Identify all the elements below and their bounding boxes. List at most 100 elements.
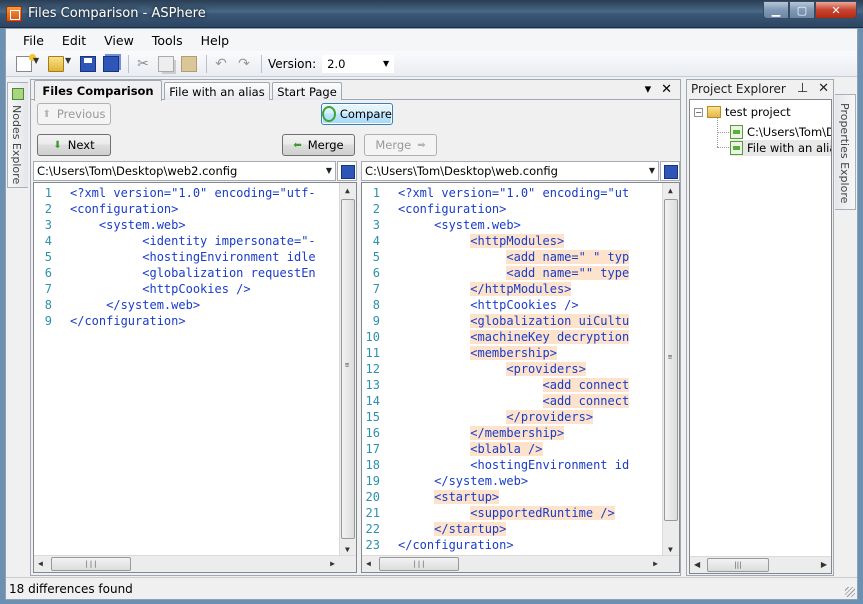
collapse-icon[interactable]: − <box>694 107 703 117</box>
right-hscroll-thumb[interactable]: ||| <box>379 557 459 571</box>
project-explorer-header: Project Explorer ⊥ ✕ <box>687 80 833 98</box>
line-number: 13 <box>365 378 380 392</box>
copy-icon[interactable] <box>158 55 174 72</box>
new-dropdown-icon[interactable]: ▼ <box>33 56 41 72</box>
left-path-combo[interactable]: C:\Users\Tom\Desktop\web2.config ▼ <box>33 161 336 181</box>
code-text: <configuration> <box>70 202 179 216</box>
code-text: </configuration> <box>70 314 186 328</box>
menu-help[interactable]: Help <box>192 33 239 48</box>
tab-start-page[interactable]: Start Page <box>272 82 342 100</box>
grip-icon: ≡ <box>344 361 350 369</box>
scroll-left-icon[interactable]: ◀ <box>38 559 43 568</box>
properties-explore-label: Properties Explore <box>838 103 851 204</box>
scroll-up-icon[interactable]: ▲ <box>345 186 350 195</box>
chevron-down-icon: ▼ <box>648 166 655 175</box>
tree-item-file[interactable]: C:\Users\Tom\D <box>730 124 831 140</box>
next-button[interactable]: ⬇ Next <box>37 134 111 156</box>
code-text: <?xml version="1.0" encoding="ut <box>398 186 630 200</box>
save-icon[interactable] <box>80 55 96 72</box>
left-editor[interactable]: 1 <?xml version="1.0" encoding="utf- 2 <con… <box>33 182 357 573</box>
previous-label: Previous <box>56 107 106 121</box>
merge-left-button[interactable]: ⬅ Merge <box>282 134 355 156</box>
previous-button[interactable]: ⬆ Previous <box>37 103 111 125</box>
line-number: 21 <box>365 506 380 520</box>
properties-explore-tab[interactable]: Properties Explore <box>835 94 856 210</box>
project-hscroll-thumb[interactable]: ||| <box>707 558 769 572</box>
minimize-button[interactable]: ▁ <box>763 1 789 19</box>
right-editor[interactable]: 1 <?xml version="1.0" encoding="ut 2 <confi… <box>361 182 680 573</box>
resize-grip-icon[interactable] <box>845 587 855 597</box>
left-horizontal-scrollbar[interactable]: ◀ ||| ▶ <box>34 555 356 572</box>
scroll-down-icon[interactable]: ▼ <box>668 545 673 554</box>
right-save-icon[interactable] <box>660 161 680 181</box>
close-button[interactable]: ✕ <box>815 1 857 19</box>
left-hscroll-thumb[interactable]: ||| <box>51 557 131 571</box>
merge-right-button[interactable]: Merge ➡ <box>364 134 437 156</box>
maximize-button[interactable]: ▢ <box>789 1 815 19</box>
merge-left-label: Merge <box>307 138 344 152</box>
code-text: <httpCookies /> <box>70 282 251 296</box>
code-line: 8 </system.web> <box>34 297 200 313</box>
close-tab-icon[interactable]: ✕ <box>661 82 672 97</box>
scroll-right-icon[interactable]: ▶ <box>821 560 827 569</box>
compare-icon <box>322 106 336 122</box>
window-controls: ▁ ▢ ✕ <box>763 1 857 19</box>
diff-highlight: <supportedRuntime /> <box>470 506 615 520</box>
grip-icon: ≡ <box>667 353 673 361</box>
scroll-left-icon[interactable]: ◀ <box>694 560 700 569</box>
code-text: <add connect <box>398 394 630 408</box>
scroll-right-icon[interactable]: ▶ <box>330 559 335 568</box>
line-number: 16 <box>365 426 380 440</box>
chevron-down-icon: ▼ <box>325 166 332 175</box>
menu-edit[interactable]: Edit <box>53 33 95 48</box>
line-number: 5 <box>372 250 380 264</box>
save-all-icon[interactable] <box>103 55 119 72</box>
diff-highlight: <add name="" type <box>506 266 630 280</box>
cut-icon[interactable]: ✂ <box>135 56 151 72</box>
document-pane: Files Comparison File with an alias Star… <box>30 79 681 576</box>
line-number: 22 <box>365 522 380 536</box>
tab-file-with-alias[interactable]: File with an alias <box>164 82 270 100</box>
pin-icon[interactable]: ⊥ <box>797 81 808 96</box>
code-text: <blabla /> <box>398 442 543 456</box>
open-folder-icon[interactable] <box>48 55 64 72</box>
redo-icon[interactable]: ↷ <box>236 56 252 72</box>
code-line: 3 <system.web> <box>362 217 521 233</box>
scroll-down-icon[interactable]: ▼ <box>345 545 350 554</box>
compare-button[interactable]: Compare <box>321 103 393 125</box>
version-select[interactable]: 2.0 ▼ <box>322 54 395 73</box>
nodes-explore-tab[interactable]: Nodes Explore <box>7 82 28 188</box>
new-file-icon[interactable] <box>16 53 36 72</box>
tab-files-comparison[interactable]: Files Comparison <box>34 80 162 101</box>
tree-item-project[interactable]: − test project <box>694 104 791 120</box>
scroll-up-icon[interactable]: ▲ <box>668 186 673 195</box>
open-dropdown-icon[interactable]: ▼ <box>65 56 73 72</box>
right-path-combo[interactable]: C:\Users\Tom\Desktop\web.config ▼ <box>361 161 659 181</box>
code-text: <membership> <box>398 346 557 360</box>
scroll-right-icon[interactable]: ▶ <box>653 559 658 568</box>
left-save-icon[interactable] <box>337 161 357 181</box>
diff-highlight: <add connect <box>542 378 630 392</box>
tree-item-file[interactable]: File with an alias <box>730 140 831 156</box>
menu-tools[interactable]: Tools <box>143 33 192 48</box>
project-horizontal-scrollbar[interactable]: ◀ ||| ▶ <box>690 556 831 573</box>
right-vertical-scrollbar[interactable]: ▲ ≡ ▼ <box>662 183 679 557</box>
tab-menu-icon[interactable]: ▾ <box>645 82 652 97</box>
project-tree: − test project C:\Users\Tom\D File with … <box>689 99 832 574</box>
code-line: 3 <system.web> <box>34 217 186 233</box>
code-text: <add name="" type <box>398 266 630 280</box>
right-horizontal-scrollbar[interactable]: ◀ ||| ▶ <box>362 555 679 572</box>
down-arrow-icon: ⬇ <box>53 139 62 151</box>
close-icon[interactable]: ✕ <box>818 81 829 96</box>
left-vertical-scrollbar[interactable]: ▲ ≡ ▼ <box>339 183 356 557</box>
menu-view[interactable]: View <box>95 33 143 48</box>
undo-icon[interactable]: ↶ <box>213 56 229 72</box>
left-vscroll-thumb[interactable] <box>341 199 355 539</box>
scroll-left-icon[interactable]: ◀ <box>366 559 371 568</box>
line-number: 11 <box>365 346 380 360</box>
menu-file[interactable]: File <box>14 33 53 48</box>
paste-icon[interactable] <box>181 55 197 72</box>
